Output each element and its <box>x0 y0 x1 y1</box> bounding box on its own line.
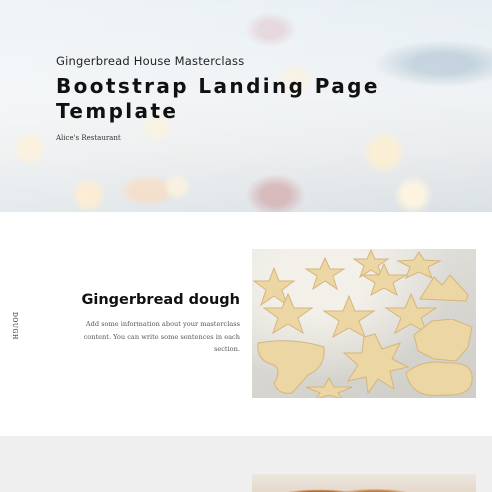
hero-subtitle: Alice's Restaurant <box>56 134 121 142</box>
hero-text-block: Gingerbread House Masterclass Bootstrap … <box>56 54 386 142</box>
page-title: Bootstrap Landing Page Template <box>56 74 380 123</box>
cookie-dough-photo <box>252 249 476 398</box>
star-cookie-image <box>412 319 474 363</box>
star-cookie-image <box>262 293 314 335</box>
star-cookie-image <box>304 377 354 398</box>
star-cookie-image <box>402 359 476 398</box>
star-cookie-image <box>304 257 346 291</box>
section-description: Add some information about your mastercl… <box>83 320 240 353</box>
star-cookie-image <box>360 263 408 297</box>
section-side-label: DOUGH <box>11 312 18 340</box>
hero-eyebrow: Gingerbread House Masterclass <box>56 54 245 68</box>
tree-cookie-image <box>416 271 472 303</box>
hero-banner: Gingerbread House Masterclass Bootstrap … <box>0 0 492 212</box>
gingerbread-photo <box>252 474 476 492</box>
section-title: Gingerbread dough <box>81 292 240 308</box>
